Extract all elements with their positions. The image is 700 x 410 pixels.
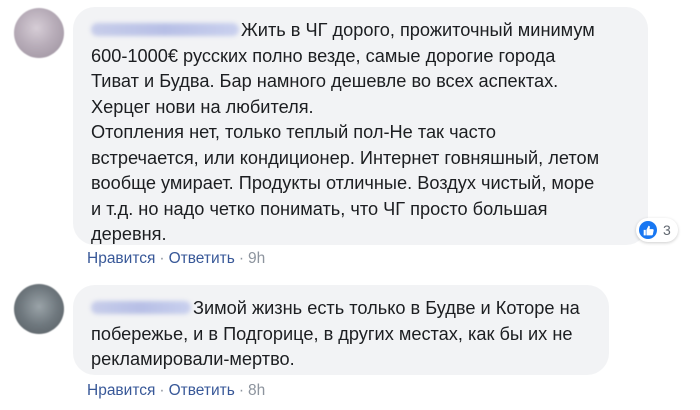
comment-line: побережье, и в Подгорице, в других места… [91, 323, 573, 344]
reply-link[interactable]: Ответить [169, 250, 235, 267]
comment-bubble: Жить в ЧГ дорого, прожиточный минимум 60… [73, 7, 648, 245]
timestamp[interactable]: 9h [248, 250, 265, 267]
separator-dot: · [238, 250, 245, 267]
comment-line: вообще умирает. Продукты отличные. Возду… [91, 173, 595, 193]
avatar[interactable] [14, 8, 64, 58]
comment-line: Тиват и Будва. Бар намного дешевле во вс… [91, 71, 559, 91]
reply-link[interactable]: Ответить [169, 382, 235, 399]
separator-dot: · [159, 382, 165, 399]
comment-actions: Нравится · Ответить · 9h [87, 250, 265, 268]
comment-line: рекламировали-мертво. [91, 349, 295, 369]
author-name[interactable] [91, 22, 239, 36]
like-link[interactable]: Нравится [87, 382, 155, 399]
like-thumbs-up-icon [639, 221, 657, 239]
comment-line: деревня. [91, 224, 167, 244]
reaction-count-text: 3 [663, 222, 671, 238]
author-name[interactable] [91, 300, 191, 314]
timestamp[interactable]: 8h [248, 382, 265, 399]
reaction-count[interactable]: 3 [636, 218, 678, 242]
comment-actions: Нравится · Ответить · 8h [87, 382, 265, 400]
comment-line: и т.д. но надо четко понимать, что ЧГ пр… [91, 198, 548, 219]
like-link[interactable]: Нравится [87, 250, 155, 267]
avatar[interactable] [14, 284, 64, 334]
comment-line: Отопления нет, только теплый пол-Не так … [91, 122, 496, 142]
comment-line: 600-1000€ русских полно везде, самые дор… [91, 45, 556, 66]
comment-line: Зимой жизнь есть только в Будве и Которе… [91, 296, 591, 322]
comment-bubble: Зимой жизнь есть только в Будве и Которе… [73, 285, 609, 375]
comment-line: Херцег нови на любителя. [91, 96, 314, 117]
separator-dot: · [238, 382, 245, 399]
separator-dot: · [159, 250, 165, 267]
comment-line: встречается, или кондиционер. Интернет г… [91, 147, 600, 168]
comment-line: Жить в ЧГ дорого, прожиточный минимум [91, 18, 630, 44]
